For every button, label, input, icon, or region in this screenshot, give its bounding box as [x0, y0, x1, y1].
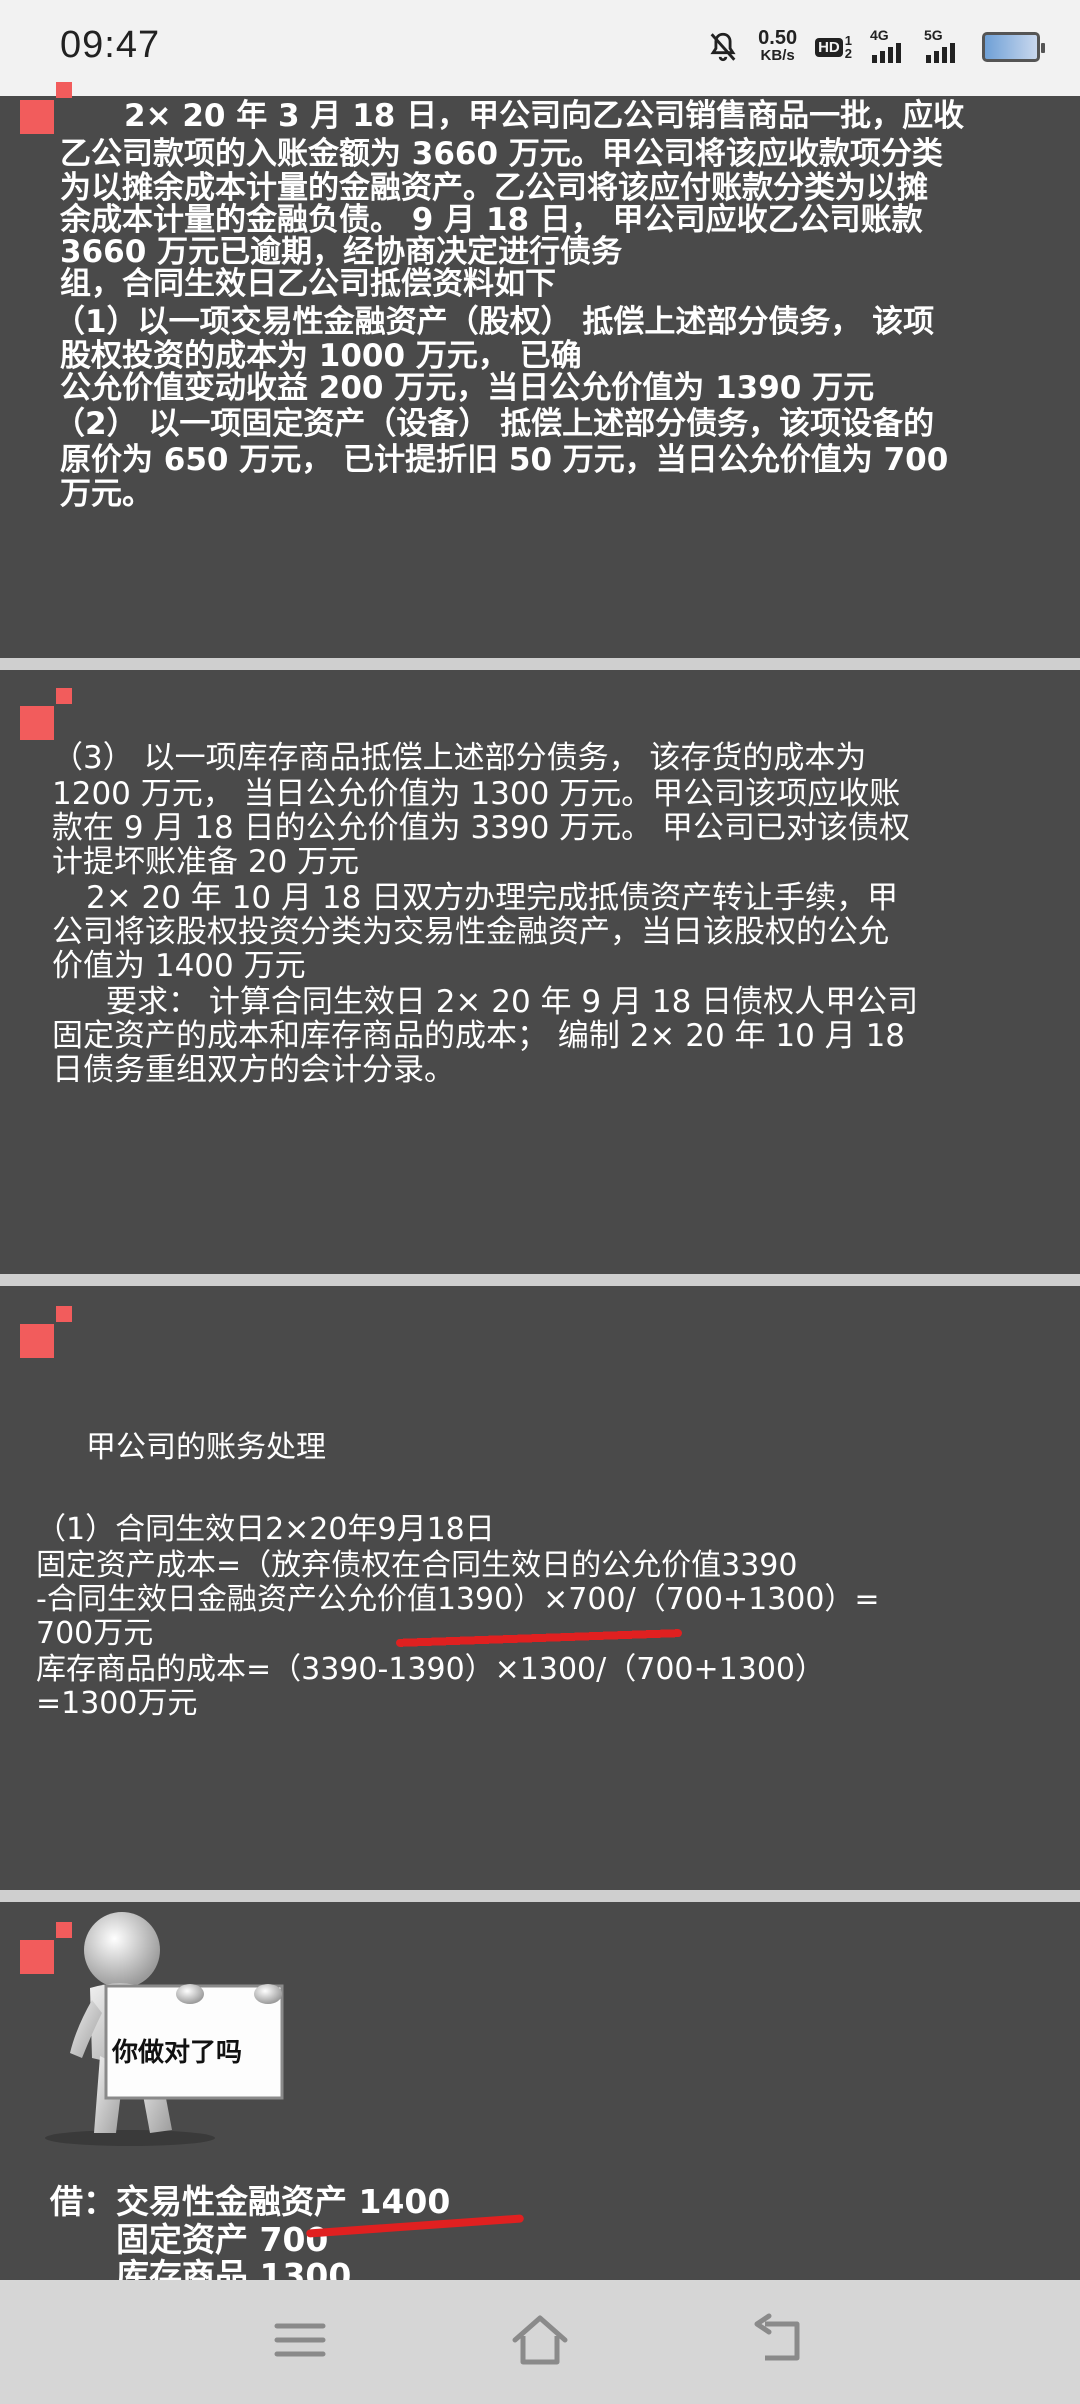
sign-text: 你做对了吗	[112, 2038, 243, 2068]
status-icons: 0.50 KB/s HD 1 2 4G 5G	[706, 22, 1045, 72]
slide-divider	[0, 1890, 1080, 1902]
figure-holding-sign-icon	[45, 1912, 284, 2146]
slide-marker-icon	[20, 688, 72, 740]
problem-line: 公允价值变动收益 200 万元，当日公允价值为 1390 万元	[60, 370, 875, 406]
problem-line: （2） 以一项固定资产（设备） 抵偿上述部分债务，该项设备的	[54, 406, 935, 442]
problem-line: 2× 20 年 10 月 18 日双方办理完成抵债资产转让手续，甲	[86, 880, 899, 916]
slide-3: 甲公司的账务处理 （1）合同生效日2×20年9月18日 固定资产成本=（放弃债权…	[0, 1286, 1080, 1890]
net-speed-unit: KB/s	[760, 47, 795, 64]
slide-2: （3） 以一项库存商品抵偿上述部分债务， 该存货的成本为 1200 万元， 当日…	[0, 670, 1080, 1274]
slide-marker-icon	[20, 1306, 72, 1358]
problem-line: 原价为 650 万元， 已计提折旧 50 万元，当日公允价值为 700	[60, 442, 949, 478]
problem-line: 股权投资的成本为 1000 万元， 已确	[60, 338, 582, 374]
bell-muted-icon	[710, 32, 736, 62]
problem-line: 组，合同生效日乙公司抵偿资料如下	[60, 266, 556, 302]
problem-line: 1200 万元， 当日公允价值为 1300 万元。甲公司该项应收账	[52, 776, 901, 812]
problem-line: 固定资产的成本和库存商品的成本； 编制 2× 20 年 10 月 18	[52, 1018, 906, 1054]
problem-line: 日债务重组双方的会计分录。	[52, 1052, 455, 1088]
signal-4g-label: 4G	[870, 27, 889, 43]
solution-line: 固定资产成本=（放弃债权在合同生效日的公允价值3390	[36, 1548, 798, 1583]
home-icon[interactable]	[505, 2310, 575, 2370]
solution-line: 库存商品的成本=（3390-1390）×1300/（700+1300）	[36, 1652, 825, 1687]
journal-entry-line: 借：交易性金融资产 1400	[50, 2182, 451, 2221]
status-time: 09:47	[60, 24, 161, 66]
status-bar: 09:47 0.50 KB/s HD 1 2 4G 5G	[0, 0, 1080, 96]
signal-icon: 4G	[870, 27, 906, 63]
solution-line: 700万元	[36, 1616, 154, 1651]
problem-line: 计提坏账准备 20 万元	[52, 844, 360, 880]
signal-5g-label: 5G	[924, 27, 943, 43]
problem-line: 3660 万元已逾期，经协商决定进行债务	[60, 234, 623, 270]
slide-divider	[0, 1274, 1080, 1286]
journal-entry-line: 固定资产 700	[116, 2220, 329, 2259]
solution-line: =1300万元	[36, 1686, 198, 1721]
problem-line: 为以摊余成本计量的金融资产。乙公司将该应付账款分类为以摊	[60, 170, 928, 206]
net-speed-value: 0.50	[758, 27, 798, 49]
slide-1: 2× 20 年 3 月 18 日，甲公司向乙公司销售商品一批，应收 乙公司款项的…	[0, 82, 1080, 658]
problem-line: 2× 20 年 3 月 18 日，甲公司向乙公司销售商品一批，应收	[124, 98, 965, 134]
signal-icon: 5G	[924, 27, 964, 63]
problem-line: 余成本计量的金融负债。 9 月 18 日， 甲公司应收乙公司账款	[60, 202, 923, 238]
slide-marker-icon	[20, 82, 72, 134]
red-underline-annotation	[395, 1629, 683, 1647]
problem-line: 乙公司款项的入账金额为 3660 万元。甲公司将该应收款项分类	[60, 136, 943, 172]
hd-voice-icon: HD 1 2	[815, 34, 852, 60]
problem-line: 万元。	[60, 476, 153, 512]
battery-icon	[982, 32, 1045, 62]
hd-sub-bottom: 2	[844, 46, 852, 61]
slide-divider	[0, 658, 1080, 670]
menu-icon[interactable]	[265, 2310, 335, 2370]
net-speed: 0.50 KB/s	[758, 27, 798, 65]
hd-label: HD	[815, 37, 843, 57]
problem-line: 公司将该股权投资分类为交易性金融资产，当日该股权的公允	[52, 914, 889, 950]
solution-line: （1）合同生效日2×20年9月18日	[36, 1512, 495, 1547]
problem-line: 价值为 1400 万元	[52, 948, 306, 984]
back-icon[interactable]	[745, 2310, 815, 2370]
solution-line: -合同生效日金融资产公允价值1390）×700/（700+1300）=	[36, 1582, 880, 1617]
solution-heading: 甲公司的账务处理	[86, 1430, 326, 1465]
navigation-bar	[0, 2280, 1080, 2404]
problem-line: 要求： 计算合同生效日 2× 20 年 9 月 18 日债权人甲公司	[106, 984, 919, 1020]
problem-line: （3） 以一项库存商品抵偿上述部分债务， 该存货的成本为	[52, 740, 867, 776]
problem-line: 款在 9 月 18 日的公允价值为 3390 万元。 甲公司已对该债权	[52, 810, 911, 846]
problem-line: （1）以一项交易性金融资产（股权） 抵偿上述部分债务， 该项	[54, 304, 935, 340]
